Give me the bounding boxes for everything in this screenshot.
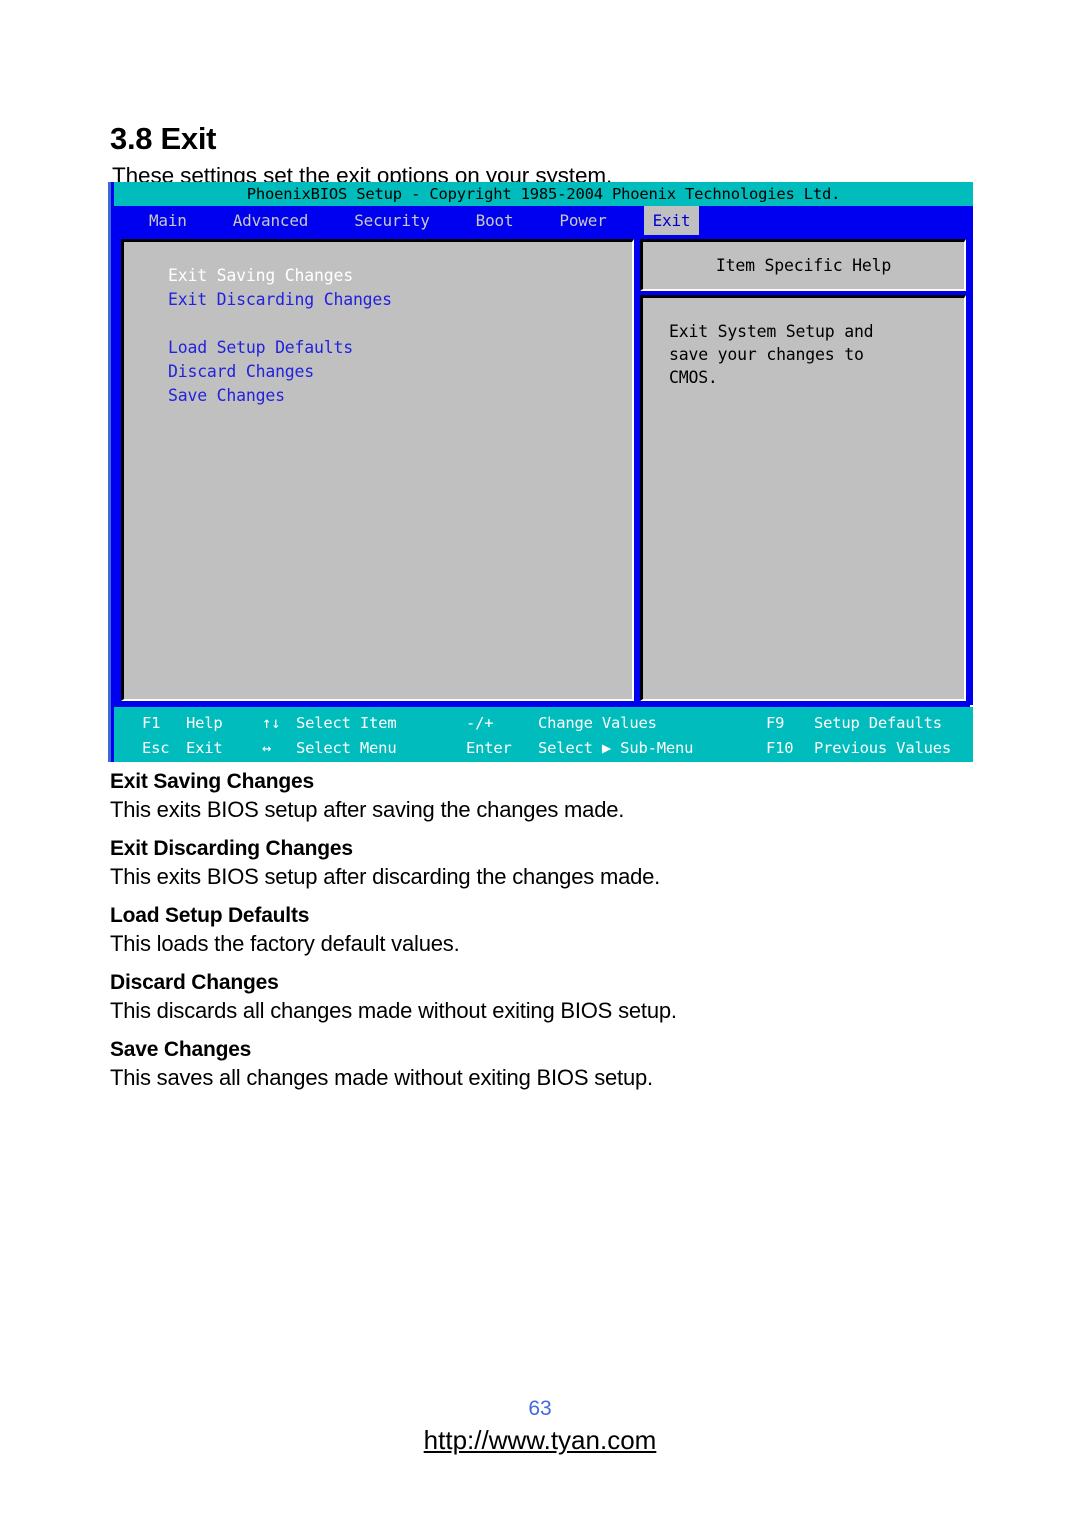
list-spacer (168, 312, 632, 336)
def-term-save-changes: Save Changes (110, 1038, 252, 1061)
change-values-label: Change Values (538, 714, 657, 732)
menu-item-exit-discarding-changes[interactable]: Exit Discarding Changes (168, 288, 632, 312)
menu-item-save-changes[interactable]: Save Changes (168, 384, 632, 408)
item-specific-help-header: Item Specific Help (640, 239, 966, 291)
menu-item-load-setup-defaults[interactable]: Load Setup Defaults (168, 336, 632, 360)
bios-setup-screenshot: PhoenixBIOS Setup - Copyright 1985-2004 … (108, 182, 973, 762)
select-menu-label: Select Menu (296, 739, 397, 757)
key-esc[interactable]: Esc (142, 736, 170, 761)
footer-url-text: http://www.tyan.com (423, 1425, 657, 1455)
updown-arrow-icon: ↑↓ (262, 714, 281, 732)
function-key-row-2: Esc Exit ↔ Select Menu Enter Select ▶ Su… (114, 736, 973, 761)
def-desc-exit-discarding-changes: This exits BIOS setup after discarding t… (110, 864, 661, 889)
option-descriptions: Exit Saving Changes This exits BIOS setu… (110, 770, 970, 1105)
bios-titlebar: PhoenixBIOS Setup - Copyright 1985-2004 … (114, 182, 973, 206)
key-esc-label: Exit (186, 739, 223, 757)
key-f10[interactable]: F10 (766, 736, 794, 761)
def-desc-load-setup-defaults: This loads the factory default values. (110, 931, 460, 956)
bios-function-key-bar: F1 Help ↑↓ Select Item -/+ Change Values… (114, 707, 973, 762)
key-f1[interactable]: F1 (142, 711, 160, 736)
def-term-exit-discarding-changes: Exit Discarding Changes (110, 837, 353, 860)
bios-menu-bar: Main Advanced Security Boot Power Exit (114, 206, 973, 235)
menu-item-exit-saving-changes[interactable]: Exit Saving Changes (168, 264, 632, 288)
def-desc-discard-changes: This discards all changes made without e… (110, 998, 677, 1023)
def-term-discard-changes: Discard Changes (110, 971, 279, 994)
previous-values-label: Previous Values (814, 739, 951, 757)
function-key-row-1: F1 Help ↑↓ Select Item -/+ Change Values… (114, 711, 973, 736)
footer-url[interactable]: http://www.tyan.com (0, 1425, 1080, 1456)
def-desc-save-changes: This saves all changes made without exit… (110, 1065, 653, 1090)
document-page: 3.8 Exit These settings set the exit opt… (0, 0, 1080, 1529)
def-term-exit-saving-changes: Exit Saving Changes (110, 770, 314, 793)
page-number: 63 (528, 1397, 552, 1420)
page-title: 3.8 Exit (110, 120, 217, 156)
menu-tab-power[interactable]: Power (550, 206, 615, 235)
menu-tab-security[interactable]: Security (345, 206, 438, 235)
menu-tab-main[interactable]: Main (140, 206, 196, 235)
exit-options-list: Exit Saving Changes Exit Discarding Chan… (168, 264, 632, 408)
def-term-load-setup-defaults: Load Setup Defaults (110, 904, 310, 927)
menu-tab-boot[interactable]: Boot (467, 206, 523, 235)
key-f1-label: Help (186, 714, 223, 732)
key-f9[interactable]: F9 (766, 711, 784, 736)
key-minus-plus[interactable]: -/+ (466, 711, 494, 736)
bios-body: Exit Saving Changes Exit Discarding Chan… (114, 235, 973, 705)
item-specific-help-body: Exit System Setup and save your changes … (640, 295, 966, 701)
key-enter[interactable]: Enter (466, 736, 512, 761)
exit-options-panel: Exit Saving Changes Exit Discarding Chan… (121, 239, 634, 701)
leftright-arrow-icon: ↔ (262, 739, 272, 757)
setup-defaults-label: Setup Defaults (814, 714, 942, 732)
help-text-line-2: save your changes to (669, 345, 864, 364)
menu-item-discard-changes[interactable]: Discard Changes (168, 360, 632, 384)
help-text-line-1: Exit System Setup and (669, 322, 874, 341)
menu-tab-exit[interactable]: Exit (643, 206, 700, 235)
def-desc-exit-saving-changes: This exits BIOS setup after saving the c… (110, 797, 625, 822)
menu-tab-advanced[interactable]: Advanced (224, 206, 317, 235)
help-text-line-3: CMOS. (669, 368, 718, 387)
select-item-label: Select Item (296, 714, 397, 732)
select-sub-menu-label: Select ▶ Sub-Menu (538, 739, 694, 757)
